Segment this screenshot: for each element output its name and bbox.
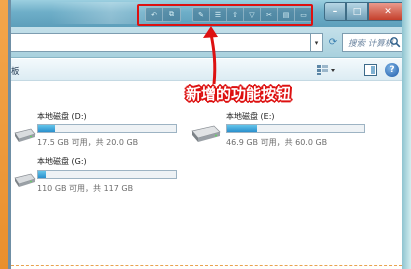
minimize-button[interactable]: – [324, 2, 346, 21]
window-caption-buttons: – □ ✕ [324, 2, 408, 21]
change-view-icon[interactable] [316, 64, 336, 76]
chevron-down-icon: ▾ [314, 38, 319, 47]
drive-usage-fill [38, 125, 56, 132]
refresh-icon[interactable]: ⟳ [326, 34, 340, 51]
drive-free-space: 110 GB 可用，共 117 GB [37, 184, 134, 193]
drive-name: 本地磁盘 (D:) [37, 112, 87, 121]
drive-usage-fill [227, 125, 258, 132]
drive-free-space: 46.9 GB 可用，共 60.0 GB [226, 138, 328, 147]
annotation-arrow-icon [203, 26, 218, 85]
help-icon[interactable]: ? [385, 63, 399, 77]
hard-drive-icon [14, 128, 36, 142]
drive-name: 本地磁盘 (G:) [37, 157, 87, 166]
drive-usage-bar [226, 124, 365, 133]
address-dropdown-button[interactable]: ▾ [311, 33, 323, 52]
address-input[interactable] [11, 33, 311, 52]
annotation-label: 新增的功能按钮 [186, 85, 292, 103]
window-right-edge [402, 0, 411, 269]
command-bar-label[interactable]: 板 [11, 65, 20, 77]
hard-drive-icon [14, 173, 36, 187]
drive-usage-bar [37, 170, 177, 179]
drive-free-space: 17.5 GB 可用，共 20.0 GB [37, 138, 139, 147]
new-buttons-highlight-box [137, 4, 313, 26]
left-orange-border [0, 0, 8, 269]
frame-bottom-border [11, 265, 402, 266]
drive-usage-fill [38, 171, 47, 178]
search-icon[interactable] [389, 36, 401, 48]
hard-drive-icon [191, 125, 221, 142]
search-input[interactable]: 搜索 计算机 [342, 33, 404, 52]
preview-pane-icon[interactable] [364, 64, 377, 76]
drive-name: 本地磁盘 (E:) [226, 112, 275, 121]
maximize-button[interactable]: □ [346, 2, 368, 21]
search-placeholder: 搜索 计算机 [348, 39, 394, 49]
drive-usage-bar [37, 124, 177, 133]
